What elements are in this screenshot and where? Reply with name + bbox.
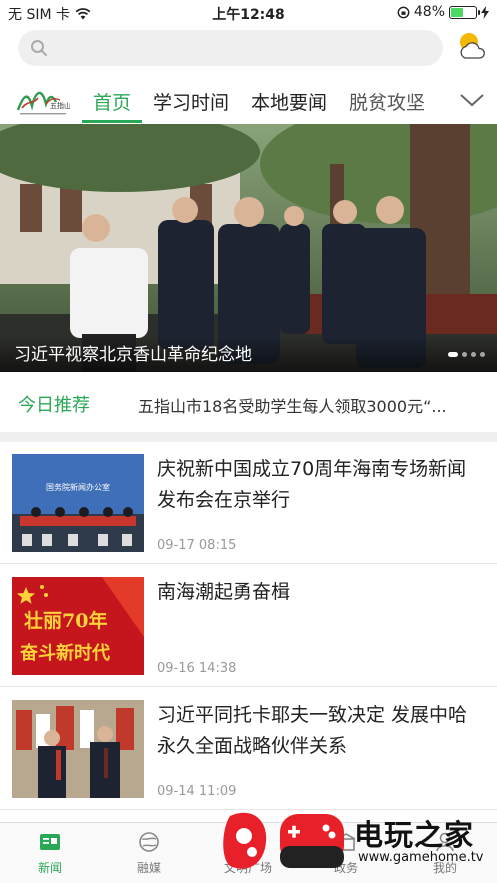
news-item[interactable]: 习近平同托卡耶夫一致决定 发展中哈永久全面战略伙伴关系 09-14 11:09 — [0, 688, 497, 810]
hero-caption: 习近平视察北京香山革命纪念地 — [0, 336, 497, 372]
globe-icon — [139, 832, 159, 852]
section-divider — [0, 432, 497, 442]
search-bar[interactable] — [18, 30, 443, 66]
news-title: 庆祝新中国成立70周年海南专场新闻发布会在京举行 — [157, 458, 467, 511]
recommend-headline[interactable]: 五指山市18名受助学生每人领取3000元“... — [138, 393, 488, 417]
thumb-caption: 奋斗新时代 — [19, 642, 110, 664]
news-thumbnail: 壮丽70年 奋斗新时代 — [12, 577, 144, 675]
nav-news[interactable]: 新闻 — [10, 831, 90, 876]
news-title: 南海潮起勇奋楫 — [157, 581, 291, 603]
recommend-label: 今日推荐 — [18, 395, 90, 416]
today-recommend-bar[interactable]: 今日推荐 五指山市18名受助学生每人领取3000元“... — [0, 372, 497, 432]
news-date: 09-16 14:38 — [157, 661, 237, 676]
carousel-dot — [471, 352, 476, 357]
watermark-logo — [223, 812, 344, 869]
orientation-lock-icon — [397, 6, 410, 18]
news-item[interactable]: 国务院新闻办公室 庆祝新中国成立70周年海南专场新闻发布会在京举行 09-17 … — [0, 442, 497, 564]
tab-study-time[interactable]: 学习时间 — [142, 84, 240, 124]
news-title: 习近平同托卡耶夫一致决定 发展中哈永久全面战略伙伴关系 — [157, 704, 468, 757]
news-thumbnail: 国务院新闻办公室 — [12, 454, 144, 552]
weather-icon[interactable] — [456, 30, 488, 62]
watermark-url: www.gamehome.tv — [358, 850, 484, 865]
app-screen: { "status_bar": { "carrier": "无 SIM 卡", … — [0, 0, 497, 883]
news-date: 09-14 11:09 — [157, 784, 237, 799]
tab-local-news[interactable]: 本地要闻 — [240, 84, 338, 124]
nav-label: 新闻 — [37, 861, 62, 875]
carousel-indicator — [448, 352, 485, 357]
chevron-down-icon[interactable] — [459, 92, 485, 108]
nav-media[interactable]: 融媒 — [109, 831, 189, 876]
charging-bolt-icon — [481, 5, 489, 19]
nav-label: 融媒 — [136, 861, 161, 875]
status-bar: 无 SIM 卡 上午12:48 48% — [0, 0, 497, 26]
channel-tabs: 首页 学习时间 本地要闻 脱贫攻坚 — [82, 84, 454, 124]
carousel-dot — [462, 352, 467, 357]
svg-text:五指山: 五指山 — [50, 101, 70, 110]
news-item[interactable]: 壮丽70年 奋斗新时代 南海潮起勇奋楫 09-16 14:38 — [0, 565, 497, 687]
tab-home[interactable]: 首页 — [82, 84, 143, 124]
battery-percent: 48% — [413, 4, 445, 20]
search-icon — [31, 40, 47, 56]
news-icon — [40, 834, 60, 850]
hero-carousel[interactable]: 习近平视察北京香山革命纪念地 — [0, 124, 497, 372]
battery-icon — [449, 5, 480, 19]
news-thumbnail — [12, 700, 144, 798]
thumb-caption: 国务院新闻办公室 — [46, 482, 110, 492]
news-date: 09-17 08:15 — [157, 538, 237, 553]
thumb-caption: 壮丽70年 — [24, 609, 107, 632]
watermark-brand: 电玩之家 — [354, 818, 475, 852]
carousel-dot — [448, 352, 458, 357]
app-logo: 五指山 — [16, 91, 70, 115]
tab-poverty-alleviation[interactable]: 脱贫攻坚 — [338, 84, 436, 124]
hero-image — [0, 124, 497, 372]
watermark: 电玩之家 www.gamehome.tv — [222, 806, 497, 883]
carousel-dot — [480, 352, 485, 357]
